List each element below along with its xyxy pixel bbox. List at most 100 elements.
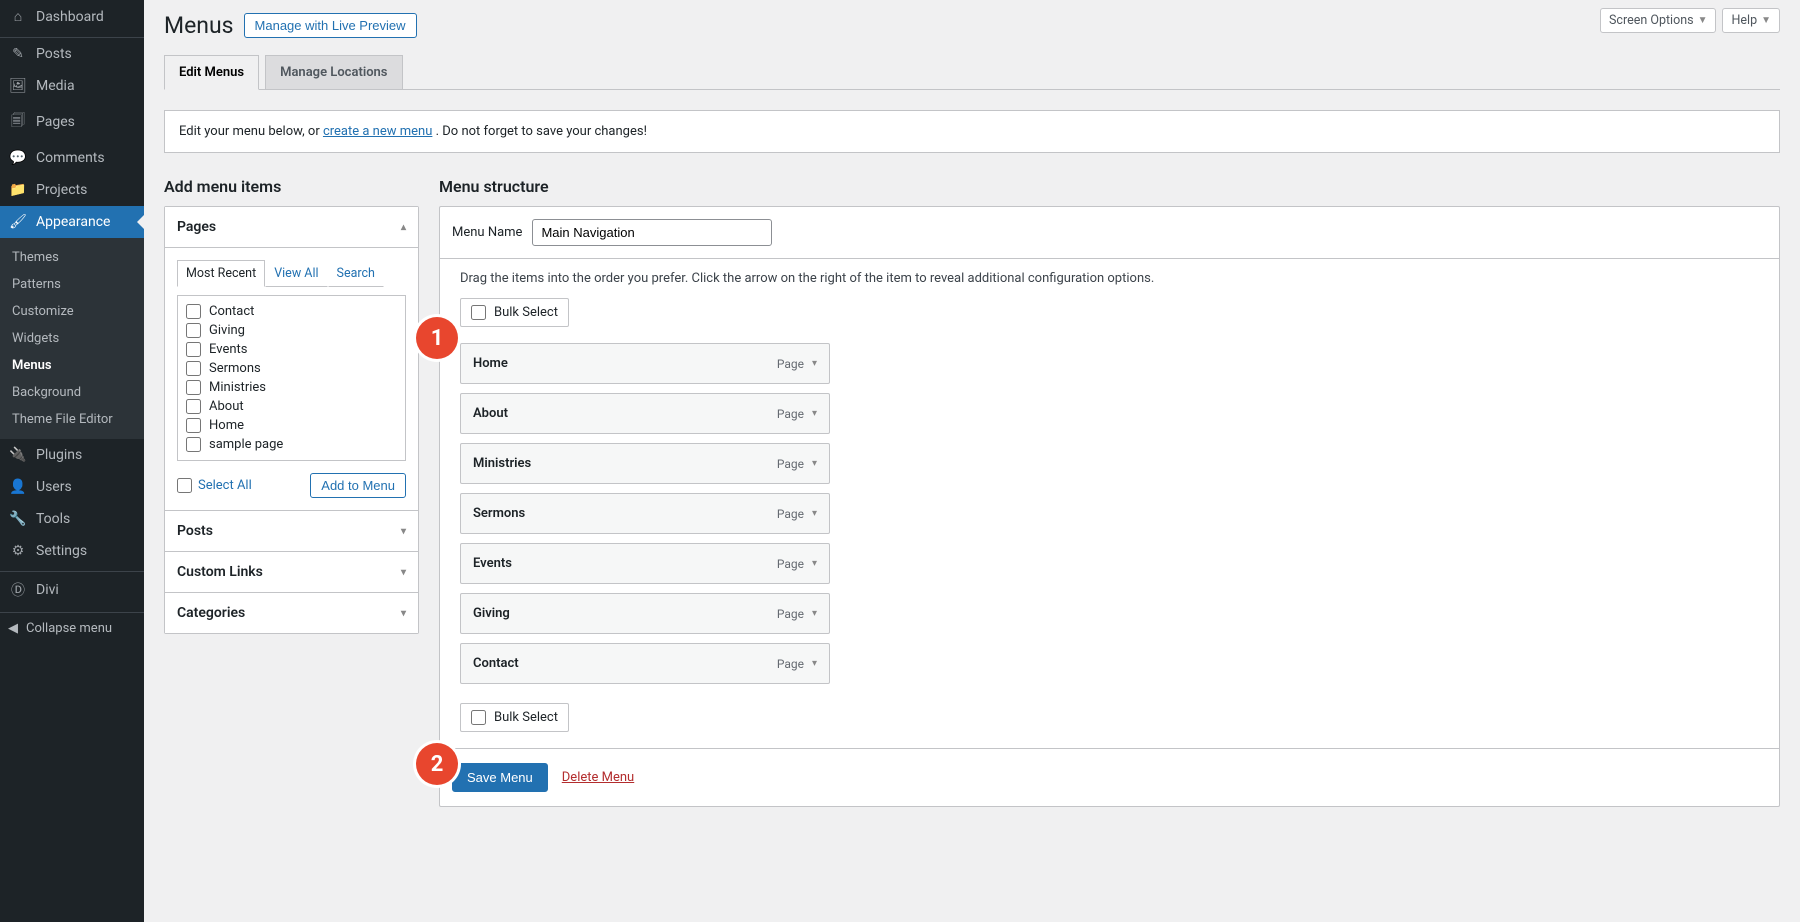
create-new-menu-link[interactable]: create a new menu xyxy=(323,124,432,139)
page-label: Giving xyxy=(209,323,245,338)
tab-edit-menus[interactable]: Edit Menus xyxy=(164,55,259,90)
menu-item-row[interactable]: Sermons Page ▾ xyxy=(460,493,830,534)
menu-item-type: Page xyxy=(777,507,804,521)
page-checkbox-row[interactable]: About xyxy=(186,397,397,416)
page-checkbox[interactable] xyxy=(186,399,201,414)
categories-panel-header[interactable]: Categories ▾ xyxy=(165,592,418,633)
bulk-select-checkbox[interactable] xyxy=(471,305,486,320)
bulk-select-checkbox[interactable] xyxy=(471,710,486,725)
pages-panel-header[interactable]: Pages ▴ xyxy=(165,207,418,247)
sidebar-item-settings[interactable]: ⚙ Settings xyxy=(0,535,144,567)
menu-item-row[interactable]: Home Page ▾ xyxy=(460,343,830,384)
page-checkbox-row[interactable]: Ministries xyxy=(186,378,397,397)
chevron-down-icon[interactable]: ▾ xyxy=(812,508,817,519)
sidebar-item-users[interactable]: 👤 Users xyxy=(0,471,144,503)
page-checkbox[interactable] xyxy=(186,418,201,433)
chevron-down-icon[interactable]: ▾ xyxy=(812,408,817,419)
tab-manage-locations[interactable]: Manage Locations xyxy=(265,55,402,89)
add-to-menu-button[interactable]: Add to Menu xyxy=(310,473,406,498)
page-checkbox[interactable] xyxy=(186,437,201,452)
page-label: sample page xyxy=(209,437,283,452)
menu-item-row[interactable]: Ministries Page▾ xyxy=(460,443,830,484)
collapse-menu[interactable]: ◀ Collapse menu xyxy=(0,613,144,644)
select-all-checkbox[interactable] xyxy=(177,478,192,493)
menu-item-title: Events xyxy=(473,556,512,571)
sidebar-item-dashboard[interactable]: ⌂ Dashboard xyxy=(0,0,144,33)
chevron-down-icon[interactable]: ▾ xyxy=(812,458,817,469)
page-checkbox-row[interactable]: sample page xyxy=(186,435,397,454)
page-title: Menus Manage with Live Preview xyxy=(164,0,1780,43)
page-checkbox-row[interactable]: Giving xyxy=(186,321,397,340)
screen-options-button[interactable]: Screen Options ▼ xyxy=(1600,8,1716,33)
page-label: About xyxy=(209,399,244,414)
submenu-background[interactable]: Background xyxy=(0,379,144,406)
page-checkbox[interactable] xyxy=(186,323,201,338)
subtab-search[interactable]: Search xyxy=(328,260,384,287)
menu-item-title: Giving xyxy=(473,606,510,621)
chevron-down-icon[interactable]: ▾ xyxy=(812,558,817,569)
page-checkbox[interactable] xyxy=(186,304,201,319)
page-label: Events xyxy=(209,342,247,357)
chevron-down-icon[interactable]: ▾ xyxy=(812,358,817,369)
media-icon: 🖼 xyxy=(8,78,28,94)
sidebar-item-pages[interactable]: 🗐 Pages xyxy=(0,102,144,142)
select-all-row[interactable]: Select All xyxy=(177,478,252,493)
sidebar-item-posts[interactable]: ✎ Posts xyxy=(0,38,144,70)
submenu-patterns[interactable]: Patterns xyxy=(0,271,144,298)
menu-name-input[interactable] xyxy=(532,219,772,246)
sidebar-item-appearance[interactable]: 🖌 Appearance xyxy=(0,206,144,238)
menu-item-title: Ministries xyxy=(473,456,531,471)
submenu-theme-editor[interactable]: Theme File Editor xyxy=(0,406,144,433)
page-checkbox-row[interactable]: Sermons xyxy=(186,359,397,378)
subtab-view-all[interactable]: View All xyxy=(265,260,327,287)
delete-menu-link[interactable]: Delete Menu xyxy=(562,770,634,785)
page-checkbox-row[interactable]: Events xyxy=(186,340,397,359)
custom-links-panel-header[interactable]: Custom Links ▾ xyxy=(165,551,418,592)
sidebar-item-comments[interactable]: 💬 Comments xyxy=(0,142,144,174)
submenu-themes[interactable]: Themes xyxy=(0,244,144,271)
menu-item-row[interactable]: Giving Page ▾ xyxy=(460,593,830,634)
chevron-down-icon[interactable]: ▾ xyxy=(812,608,817,619)
menu-item-type: Page xyxy=(777,607,804,621)
submenu-customize[interactable]: Customize xyxy=(0,298,144,325)
help-button[interactable]: Help ▼ xyxy=(1722,8,1780,33)
settings-icon: ⚙ xyxy=(8,543,28,559)
pages-panel-body: Most Recent View All Search Contact Givi… xyxy=(165,247,418,510)
sidebar-item-label: Users xyxy=(36,479,72,495)
menu-item-title: Home xyxy=(473,356,508,371)
page-checkbox[interactable] xyxy=(186,361,201,376)
sidebar-item-projects[interactable]: 📁 Projects xyxy=(0,174,144,206)
structure-body: Drag the items into the order you prefer… xyxy=(440,259,1779,748)
page-checkbox-row[interactable]: Home xyxy=(186,416,397,435)
structure-header: Menu Name xyxy=(440,207,1779,259)
menu-item-title: Sermons xyxy=(473,506,525,521)
posts-panel-header[interactable]: Posts ▾ xyxy=(165,510,418,551)
save-menu-button[interactable]: Save Menu xyxy=(452,763,548,792)
menu-item-row[interactable]: Events Page▾ xyxy=(460,543,830,584)
live-preview-button[interactable]: Manage with Live Preview xyxy=(244,13,417,38)
menu-item-row[interactable]: Contact Page▾ xyxy=(460,643,830,684)
page-checkbox-row[interactable]: Contact xyxy=(186,302,397,321)
sidebar-item-media[interactable]: 🖼 Media xyxy=(0,70,144,102)
notice-suffix: . Do not forget to save your changes! xyxy=(436,124,647,139)
menu-item-row[interactable]: About Page▾ xyxy=(460,393,830,434)
sidebar-item-tools[interactable]: 🔧 Tools xyxy=(0,503,144,535)
sidebar-item-label: Divi xyxy=(36,582,59,598)
submenu-widgets[interactable]: Widgets xyxy=(0,325,144,352)
chevron-down-icon[interactable]: ▾ xyxy=(812,658,817,669)
sidebar-item-divi[interactable]: Ⓓ Divi xyxy=(0,572,144,608)
submenu-menus[interactable]: Menus xyxy=(0,352,144,379)
sidebar-item-plugins[interactable]: 🔌 Plugins xyxy=(0,439,144,471)
bulk-select-bottom[interactable]: Bulk Select xyxy=(460,703,569,732)
nav-tabs: Edit Menus Manage Locations xyxy=(164,55,1780,90)
add-menu-items-column: Add menu items Pages ▴ Most Recent View … xyxy=(164,177,419,634)
page-checkbox[interactable] xyxy=(186,380,201,395)
sidebar-item-label: Posts xyxy=(36,46,72,62)
subtab-most-recent[interactable]: Most Recent xyxy=(177,260,265,287)
sidebar-item-label: Tools xyxy=(36,511,70,527)
bulk-select-top[interactable]: Bulk Select xyxy=(460,298,569,327)
page-checkbox[interactable] xyxy=(186,342,201,357)
menu-item-type: Page xyxy=(777,357,804,371)
chevron-down-icon: ▾ xyxy=(401,567,406,578)
dashboard-icon: ⌂ xyxy=(8,8,28,25)
